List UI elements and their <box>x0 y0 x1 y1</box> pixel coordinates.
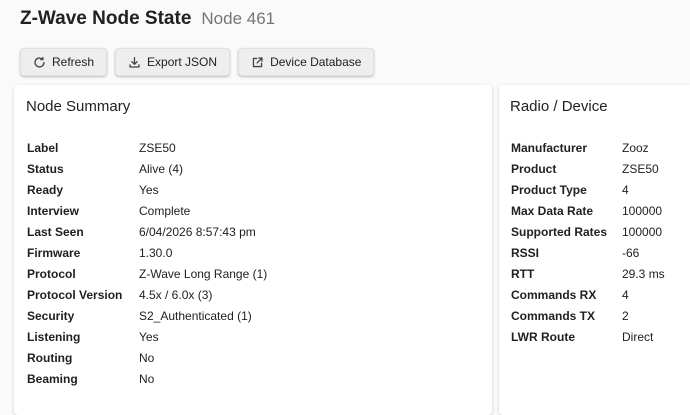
row-value: Zooz <box>622 140 649 155</box>
row-value: No <box>139 350 155 365</box>
row-key: Label <box>27 140 59 155</box>
row-value: 29.3 ms <box>622 266 665 281</box>
row-value: Direct <box>622 329 654 344</box>
refresh-icon <box>33 56 46 69</box>
summary-row-label: Label ZSE50 <box>27 137 487 158</box>
refresh-button[interactable]: Refresh <box>20 48 108 76</box>
row-value: 4.5x / 6.0x (3) <box>139 287 213 302</box>
row-key: Ready <box>27 182 64 197</box>
radio-row-commands-rx: Commands RX 4 <box>511 284 690 305</box>
summary-row-status: Status Alive (4) <box>27 158 487 179</box>
row-value: 4 <box>622 182 629 197</box>
row-key: Max Data Rate <box>511 203 594 218</box>
row-value: Yes <box>139 329 159 344</box>
export-json-label: Export JSON <box>147 55 218 69</box>
radio-device-card: Radio / Device Manufacturer Zooz Product Z… <box>499 85 690 415</box>
page-header: Z-Wave Node State Node 461 <box>20 8 275 32</box>
row-key: Protocol <box>27 266 76 281</box>
device-database-label: Device Database <box>270 55 362 69</box>
device-database-button[interactable]: Device Database <box>238 48 375 76</box>
toolbar: Refresh Export JSON Device Database <box>20 48 375 76</box>
radio-row-rtt: RTT 29.3 ms <box>511 263 690 284</box>
row-key: Protocol Version <box>27 287 123 302</box>
summary-row-last-seen: Last Seen 6/04/2026 8:57:43 pm <box>27 221 487 242</box>
radio-row-rssi: RSSI -66 <box>511 242 690 263</box>
row-value: Complete <box>139 203 191 218</box>
radio-row-lwr-route: LWR Route Direct <box>511 326 690 347</box>
row-key: Commands RX <box>511 287 597 302</box>
row-value: S2_Authenticated (1) <box>139 308 252 323</box>
row-key: RTT <box>511 266 535 281</box>
page-title: Z-Wave Node State <box>20 8 192 29</box>
radio-device-title: Radio / Device <box>510 98 608 115</box>
summary-row-protocol-version: Protocol Version 4.5x / 6.0x (3) <box>27 284 487 305</box>
row-key: RSSI <box>511 245 540 260</box>
summary-row-routing: Routing No <box>27 347 487 368</box>
row-value: 100000 <box>622 224 663 239</box>
row-key: Commands TX <box>511 308 596 323</box>
row-value: 2 <box>622 308 629 323</box>
row-key: Last Seen <box>27 224 84 239</box>
row-value: Alive (4) <box>139 161 184 176</box>
node-summary-table: Label ZSE50 Status Alive (4) Ready Yes Inte… <box>27 137 487 389</box>
row-key: Product <box>511 161 557 176</box>
row-key: Routing <box>27 350 73 365</box>
row-value: No <box>139 371 155 386</box>
external-link-icon <box>251 56 264 69</box>
row-key: Product Type <box>511 182 587 197</box>
radio-row-supported-rates: Supported Rates 100000 <box>511 221 690 242</box>
row-value: 6/04/2026 8:57:43 pm <box>139 224 256 239</box>
summary-row-firmware: Firmware 1.30.0 <box>27 242 487 263</box>
radio-row-product: Product ZSE50 <box>511 158 690 179</box>
summary-row-ready: Ready Yes <box>27 179 487 200</box>
row-key: Manufacturer <box>511 140 588 155</box>
row-value: Yes <box>139 182 159 197</box>
download-icon <box>128 56 141 69</box>
row-value: ZSE50 <box>139 140 176 155</box>
node-summary-title: Node Summary <box>26 98 131 115</box>
summary-row-interview: Interview Complete <box>27 200 487 221</box>
row-key: Listening <box>27 329 81 344</box>
summary-row-listening: Listening Yes <box>27 326 487 347</box>
radio-row-manufacturer: Manufacturer Zooz <box>511 137 690 158</box>
row-key: LWR Route <box>511 329 575 344</box>
refresh-label: Refresh <box>52 55 95 69</box>
row-value: 1.30.0 <box>139 245 173 260</box>
export-json-button[interactable]: Export JSON <box>115 48 231 76</box>
node-summary-card: Node Summary Label ZSE50 Status Alive (4) … <box>14 85 492 415</box>
row-value: -66 <box>622 245 640 260</box>
radio-row-max-data-rate: Max Data Rate 100000 <box>511 200 690 221</box>
summary-row-security: Security S2_Authenticated (1) <box>27 305 487 326</box>
row-value: 4 <box>622 287 629 302</box>
radio-row-product-type: Product Type 4 <box>511 179 690 200</box>
row-key: Status <box>27 161 64 176</box>
row-key: Firmware <box>27 245 81 260</box>
row-value: Z-Wave Long Range (1) <box>139 266 268 281</box>
summary-row-beaming: Beaming No <box>27 368 487 389</box>
row-value: 100000 <box>622 203 663 218</box>
row-key: Supported Rates <box>511 224 608 239</box>
radio-row-commands-tx: Commands TX 2 <box>511 305 690 326</box>
row-value: ZSE50 <box>622 161 659 176</box>
radio-device-table: Manufacturer Zooz Product ZSE50 Product Ty… <box>511 137 690 347</box>
row-key: Security <box>27 308 75 323</box>
summary-row-protocol: Protocol Z-Wave Long Range (1) <box>27 263 487 284</box>
row-key: Beaming <box>27 371 78 386</box>
row-key: Interview <box>27 203 80 218</box>
node-id-subtitle: Node 461 <box>201 9 276 28</box>
